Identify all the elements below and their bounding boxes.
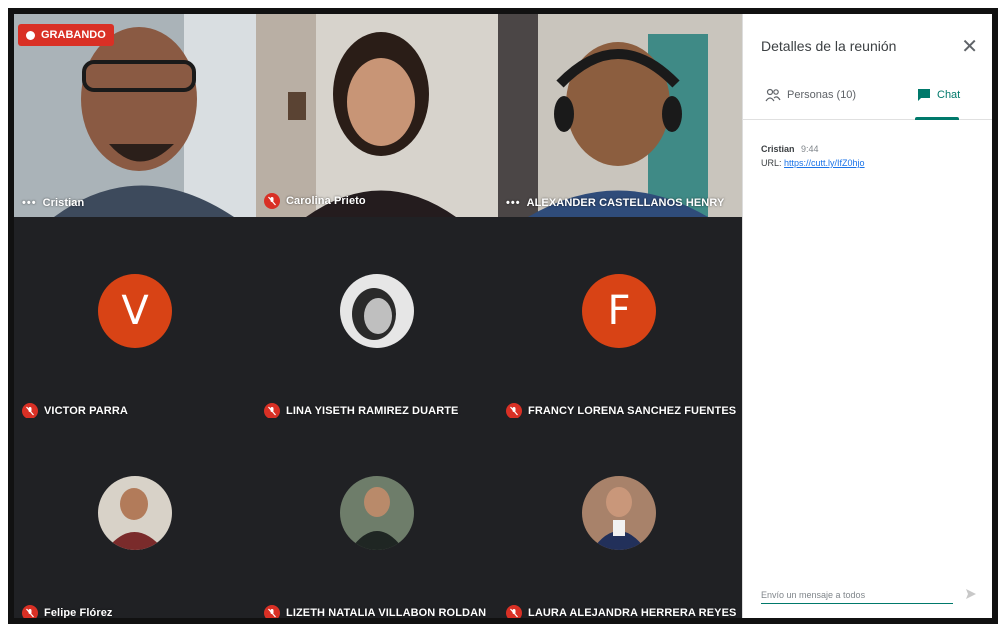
- profile-photo: [98, 476, 172, 550]
- mic-off-icon: [264, 403, 280, 418]
- avatar-tile-felipe[interactable]: Felipe Flórez: [14, 424, 256, 619]
- mic-off-icon: [506, 605, 522, 618]
- profile-photo: [340, 274, 414, 348]
- tab-chat[interactable]: Chat: [917, 88, 960, 102]
- meet-window: GRABANDO ••• Cristian Carolina Prieto ••…: [8, 8, 998, 624]
- avatar-tile-lizeth[interactable]: LIZETH NATALIA VILLABON ROLDAN: [256, 424, 498, 619]
- tab-people-label: Personas (10): [787, 89, 857, 101]
- mic-off-icon: [22, 403, 38, 418]
- video-tile-cristian[interactable]: GRABANDO ••• Cristian: [14, 14, 256, 217]
- mic-off-icon: [22, 605, 38, 618]
- chat-message: Cristian 9:44 URL: https://cutt.ly/IfZ0h…: [761, 142, 865, 170]
- participant-name: LAURA ALEJANDRA HERRERA REYES: [528, 607, 737, 619]
- chat-input[interactable]: Envío un mensaje a todos: [761, 590, 953, 604]
- avatar-tile-lina[interactable]: LINA YISETH RAMIREZ DUARTE: [256, 222, 498, 418]
- chat-icon: [918, 89, 930, 101]
- people-icon: [765, 88, 781, 102]
- avatar-tile-francy[interactable]: F FRANCY LORENA SANCHEZ FUENTES: [498, 222, 740, 418]
- meeting-details-panel: Detalles de la reunión ✕ Personas (10) C…: [742, 14, 992, 618]
- message-prefix: URL:: [761, 158, 782, 168]
- tab-chat-label: Chat: [937, 89, 961, 101]
- message-time: 9:44: [801, 144, 819, 154]
- mic-off-icon: [506, 403, 522, 418]
- video-tile-carolina[interactable]: Carolina Prieto: [256, 14, 498, 217]
- profile-photo: [340, 476, 414, 550]
- close-icon[interactable]: ✕: [961, 34, 978, 59]
- avatar-tile-victor[interactable]: V VICTOR PARRA: [14, 222, 256, 418]
- mic-off-icon: [264, 193, 280, 209]
- record-dot-icon: [26, 30, 35, 40]
- panel-title: Detalles de la reunión: [761, 38, 897, 54]
- tab-people[interactable]: Personas (10): [765, 88, 856, 102]
- active-tab-indicator: [915, 117, 959, 120]
- more-dots-icon: •••: [506, 197, 521, 209]
- participant-name: Carolina Prieto: [286, 195, 366, 207]
- participant-video: [256, 14, 498, 217]
- participant-grid: GRABANDO ••• Cristian Carolina Prieto ••…: [14, 14, 742, 618]
- avatar-tile-laura[interactable]: LAURA ALEJANDRA HERRERA REYES: [498, 424, 740, 619]
- panel-tabs: Personas (10) Chat: [743, 78, 992, 120]
- participant-video: [498, 14, 742, 217]
- letter-avatar: F: [582, 274, 656, 348]
- participant-name: VICTOR PARRA: [44, 405, 128, 417]
- message-author: Cristian: [761, 144, 795, 154]
- participant-name: LINA YISETH RAMIREZ DUARTE: [286, 405, 459, 417]
- participant-name: FRANCY LORENA SANCHEZ FUENTES: [528, 405, 737, 417]
- mic-off-icon: [264, 605, 280, 618]
- letter-avatar: V: [98, 274, 172, 348]
- send-icon[interactable]: [965, 588, 977, 600]
- video-tile-alexander[interactable]: ••• ALEXANDER CASTELLANOS HENRY: [498, 14, 742, 217]
- participant-name: Felipe Flórez: [44, 607, 113, 619]
- participant-name: Cristian: [42, 197, 85, 209]
- recording-label: GRABANDO: [41, 29, 106, 41]
- participant-name: ALEXANDER CASTELLANOS HENRY: [526, 197, 725, 209]
- profile-photo: [582, 476, 656, 550]
- message-link[interactable]: https://cutt.ly/IfZ0hjo: [784, 158, 865, 168]
- participant-name: LIZETH NATALIA VILLABON ROLDAN: [286, 607, 487, 619]
- more-dots-icon: •••: [22, 197, 37, 209]
- recording-badge: GRABANDO: [18, 24, 114, 46]
